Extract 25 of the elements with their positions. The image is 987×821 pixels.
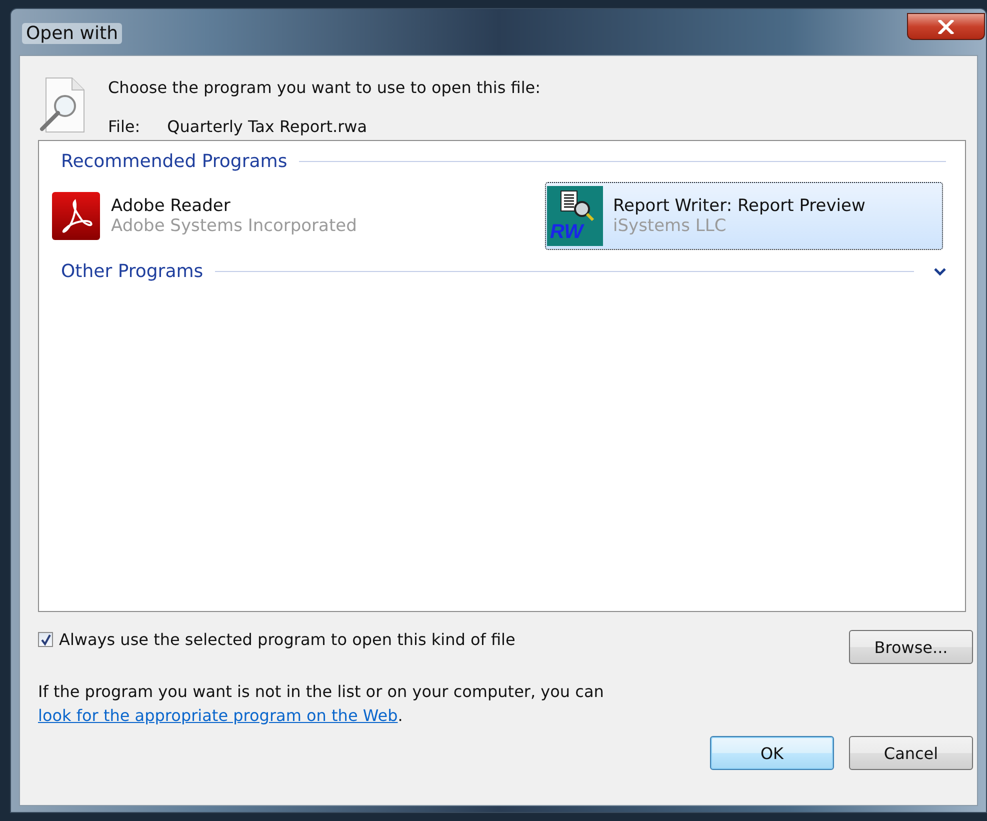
program-publisher: Adobe Systems Incorporated bbox=[111, 216, 357, 236]
dialog-button[interactable]: Cancel bbox=[849, 736, 973, 770]
group-header[interactable]: Recommended Programs bbox=[49, 150, 300, 172]
program-name: Adobe Reader bbox=[111, 196, 232, 216]
pdf-reader-icon bbox=[51, 191, 101, 241]
web-link[interactable]: look for the appropriate program on the Web bbox=[38, 706, 398, 725]
file-label: File: bbox=[108, 117, 140, 136]
program-name: Report Writer: Report Preview bbox=[613, 196, 866, 216]
group-header[interactable]: Other Programs bbox=[49, 260, 216, 282]
file-search-icon bbox=[38, 76, 86, 134]
checkbox[interactable] bbox=[38, 632, 53, 647]
report-writer-icon: RW bbox=[547, 186, 603, 246]
chevron-down-icon[interactable] bbox=[934, 268, 946, 276]
browse-button[interactable]: Browse... bbox=[849, 630, 973, 664]
close-icon bbox=[938, 20, 954, 34]
program-item[interactable]: RW Report Writer: Report Preview iSystems LLC bbox=[545, 182, 943, 250]
close-button[interactable] bbox=[907, 13, 985, 40]
help-text: If the program you want is not in the list or on your computer, you can look for the appropriate program on the Web. bbox=[38, 681, 605, 727]
window-title: Open with bbox=[22, 23, 122, 44]
checkbox-label: Always use the selected program to open this kind of file bbox=[59, 630, 516, 649]
prompt-text: Choose the program you want to use to open this file: bbox=[108, 78, 541, 97]
program-publisher: iSystems LLC bbox=[613, 216, 728, 236]
dialog-button[interactable]: OK bbox=[710, 736, 834, 770]
program-item[interactable]: Adobe Reader Adobe Systems Incorporated bbox=[49, 182, 447, 250]
file-name: Quarterly Tax Report.rwa bbox=[167, 117, 368, 136]
